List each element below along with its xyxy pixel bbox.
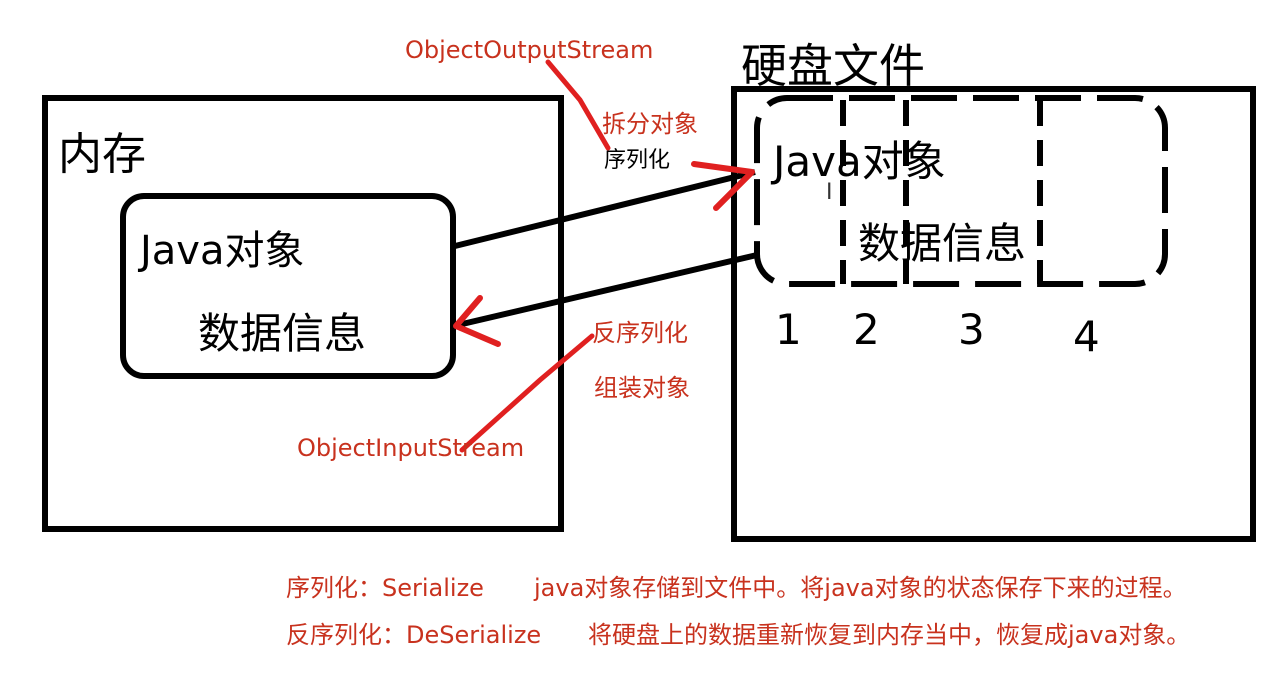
deserialize-definition-term: 反序列化：DeSerialize — [286, 621, 542, 649]
deserialize-label: 反序列化 — [592, 319, 688, 347]
output-stream-callout — [545, 59, 611, 151]
serialize-definition-text: java对象存储到文件中。将java对象的状态保存下来的过程。 — [534, 574, 1187, 602]
output-stream-label: ObjectOutputStream — [405, 36, 654, 64]
serialize-definition-term: 序列化：Serialize — [286, 574, 484, 602]
serialize-label: 序列化 — [604, 148, 671, 173]
input-stream-label: ObjectInputStream — [297, 434, 525, 462]
input-stream-callout — [459, 333, 595, 453]
assemble-object-label: 组装对象 — [594, 374, 690, 402]
split-object-label: 拆分对象 — [602, 110, 698, 138]
disk-object-dashed-box — [754, 95, 1168, 287]
serialize-arrow-line — [454, 169, 756, 249]
deserialize-definition-text: 将硬盘上的数据重新恢复到内存当中，恢复成java对象。 — [588, 621, 1191, 649]
